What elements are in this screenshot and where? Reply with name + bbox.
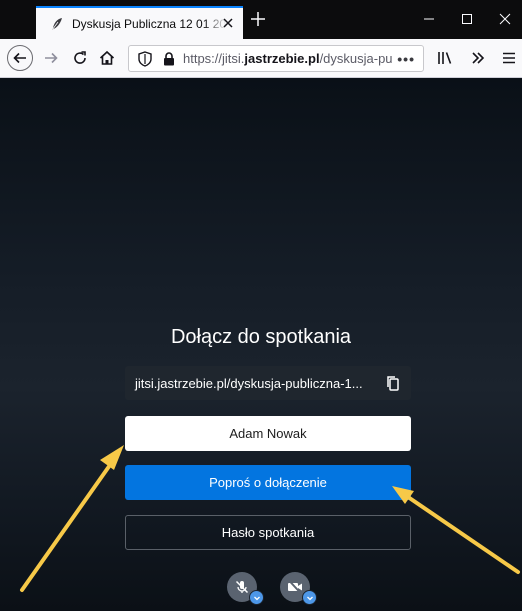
tracking-shield-icon[interactable] xyxy=(137,50,153,67)
meeting-password-button[interactable]: Hasło spotkania xyxy=(125,515,411,550)
microphone-toggle-button[interactable] xyxy=(227,572,264,605)
back-icon[interactable] xyxy=(7,45,33,71)
navigation-bar: https://jitsi.jastrzebie.pl/dyskusja-pub… xyxy=(0,39,522,78)
copy-icon[interactable] xyxy=(385,375,401,391)
library-icon[interactable] xyxy=(434,47,456,69)
page-title: Dołącz do spotkania xyxy=(170,326,352,348)
meeting-url-box: jitsi.jastrzebie.pl/dyskusja-publiczna-1… xyxy=(125,366,411,400)
camera-toggle-button[interactable] xyxy=(280,572,317,605)
page-actions-icon[interactable]: ••• xyxy=(397,51,415,67)
forward-icon[interactable] xyxy=(40,47,62,69)
url-domain: jastrzebie.pl xyxy=(244,51,320,66)
request-join-button[interactable]: Poproś o dołączenie xyxy=(125,465,411,500)
tab-title: Dyskusja Publiczna 12 01 2021 xyxy=(72,16,227,31)
reload-icon[interactable] xyxy=(69,47,91,69)
feather-icon xyxy=(48,15,66,33)
url-text[interactable]: https://jitsi.jastrzebie.pl/dyskusja-pub… xyxy=(183,51,393,66)
display-name-input[interactable] xyxy=(125,416,411,451)
minimize-icon[interactable] xyxy=(420,10,438,28)
url-prefix: https://jitsi. xyxy=(183,51,245,66)
browser-tab[interactable]: Dyskusja Publiczna 12 01 2021 xyxy=(36,6,243,39)
new-tab-icon[interactable] xyxy=(248,9,268,29)
meeting-url: jitsi.jastrzebie.pl/dyskusja-publiczna-1… xyxy=(135,375,363,391)
address-bar[interactable]: https://jitsi.jastrzebie.pl/dyskusja-pub… xyxy=(128,45,424,72)
close-window-icon[interactable] xyxy=(496,10,514,28)
hamburger-menu-icon[interactable] xyxy=(498,47,520,69)
tab-bar: Dyskusja Publiczna 12 01 2021 xyxy=(0,0,522,39)
microphone-muted-icon xyxy=(234,579,250,595)
overflow-chevron-icon[interactable] xyxy=(467,47,489,69)
maximize-icon[interactable] xyxy=(458,10,476,28)
url-path: /dyskusja-publiczna-12-01-2021 xyxy=(319,51,394,66)
chevron-down-icon[interactable] xyxy=(302,590,317,605)
chevron-down-icon[interactable] xyxy=(249,590,264,605)
close-tab-icon[interactable] xyxy=(221,16,235,30)
camera-off-icon xyxy=(286,579,304,595)
lock-icon[interactable] xyxy=(161,51,177,67)
prejoin-screen: Dołącz do spotkania jitsi.jastrzebie.pl/… xyxy=(0,78,522,611)
home-icon[interactable] xyxy=(96,47,118,69)
